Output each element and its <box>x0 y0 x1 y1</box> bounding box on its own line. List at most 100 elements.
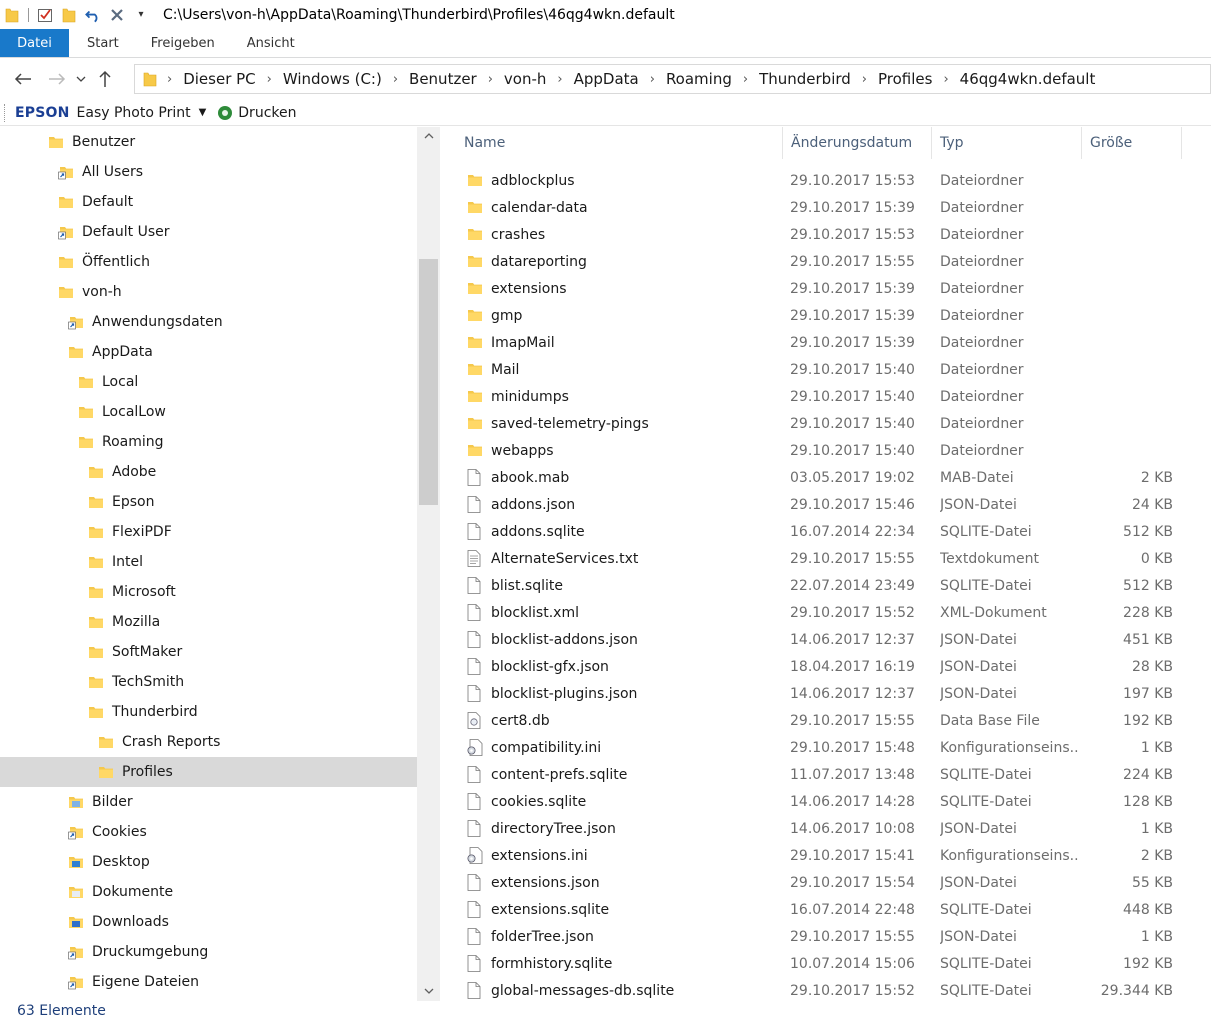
breadcrumb-item[interactable]: Benutzer <box>409 70 477 88</box>
forward-button[interactable] <box>42 64 72 94</box>
file-row[interactable]: abook.mab 03.05.2017 19:02 MAB-Datei 2 KB <box>440 464 1211 491</box>
tree-item[interactable]: Intel <box>0 547 417 577</box>
tree-item[interactable]: Default User <box>0 217 417 247</box>
tree-item[interactable]: FlexiPDF <box>0 517 417 547</box>
tree-item[interactable]: Crash Reports <box>0 727 417 757</box>
tab-ansicht[interactable]: Ansicht <box>233 29 313 57</box>
file-row[interactable]: compatibility.ini 29.10.2017 15:48 Konfigu… <box>440 734 1211 761</box>
breadcrumb-separator[interactable]: › <box>488 72 493 87</box>
breadcrumb-item[interactable]: AppData <box>574 70 639 88</box>
file-row[interactable]: content-prefs.sqlite 11.07.2017 13:48 SQLI… <box>440 761 1211 788</box>
breadcrumb-item[interactable]: von-h <box>504 70 546 88</box>
breadcrumb-separator[interactable]: › <box>557 72 562 87</box>
easy-photo-print-button[interactable]: Easy Photo Print <box>77 105 191 121</box>
file-row[interactable]: gmp 29.10.2017 15:39 Dateiordner <box>440 302 1211 329</box>
file-row[interactable]: cert8.db 29.10.2017 15:55 Data Base File 19… <box>440 707 1211 734</box>
undo-icon[interactable] <box>85 7 101 23</box>
file-row[interactable]: blocklist-gfx.json 18.04.2017 16:19 JSON-D… <box>440 653 1211 680</box>
back-button[interactable] <box>8 64 38 94</box>
breadcrumb-separator[interactable]: › <box>393 72 398 87</box>
file-row[interactable]: addons.sqlite 16.07.2014 22:34 SQLITE-Date… <box>440 518 1211 545</box>
file-row[interactable]: blocklist-addons.json 14.06.2017 12:37 JSO… <box>440 626 1211 653</box>
tree-item[interactable]: All Users <box>0 157 417 187</box>
tree-item[interactable]: Epson <box>0 487 417 517</box>
file-row[interactable]: addons.json 29.10.2017 15:46 JSON-Datei 24 … <box>440 491 1211 518</box>
tree-item[interactable]: Roaming <box>0 427 417 457</box>
tree-item[interactable]: Thunderbird <box>0 697 417 727</box>
file-row[interactable]: global-messages-db.sqlite 29.10.2017 15:5… <box>440 977 1211 1001</box>
tree-item[interactable]: Öffentlich <box>0 247 417 277</box>
breadcrumb-separator[interactable]: › <box>650 72 655 87</box>
file-row[interactable]: calendar-data 29.10.2017 15:39 Dateiordner <box>440 194 1211 221</box>
dropdown-arrow-icon[interactable]: ▼ <box>199 107 207 118</box>
tree-item[interactable]: Local <box>0 367 417 397</box>
file-row[interactable]: ImapMail 29.10.2017 15:39 Dateiordner <box>440 329 1211 356</box>
breadcrumb-item[interactable]: Windows (C:) <box>283 70 382 88</box>
print-button[interactable]: Drucken <box>238 105 296 121</box>
tab-freigeben[interactable]: Freigeben <box>137 29 233 57</box>
file-row[interactable]: blocklist.xml 29.10.2017 15:52 XML-Dokumen… <box>440 599 1211 626</box>
scrollbar-thumb[interactable] <box>419 259 438 505</box>
toolbar-grip[interactable] <box>4 103 7 122</box>
scroll-down-icon[interactable] <box>417 982 440 999</box>
breadcrumb-item[interactable]: Dieser PC <box>183 70 255 88</box>
file-row[interactable]: crashes 29.10.2017 15:53 Dateiordner <box>440 221 1211 248</box>
tree-item[interactable]: Mozilla <box>0 607 417 637</box>
file-row[interactable]: extensions.ini 29.10.2017 15:41 Konfigurat… <box>440 842 1211 869</box>
tree-item[interactable]: Bilder <box>0 787 417 817</box>
file-row[interactable]: blist.sqlite 22.07.2014 23:49 SQLITE-Datei… <box>440 572 1211 599</box>
breadcrumb-item[interactable]: 46qg4wkn.default <box>960 70 1096 88</box>
new-folder-icon[interactable] <box>61 7 77 23</box>
breadcrumb-separator[interactable]: › <box>267 72 272 87</box>
file-row[interactable]: formhistory.sqlite 10.07.2014 15:06 SQLITE… <box>440 950 1211 977</box>
scroll-up-icon[interactable] <box>417 127 440 144</box>
tree-item[interactable]: Downloads <box>0 907 417 937</box>
tree-item[interactable]: von-h <box>0 277 417 307</box>
breadcrumb-item[interactable]: Profiles <box>878 70 932 88</box>
file-row[interactable]: directoryTree.json 14.06.2017 10:08 JSON-D… <box>440 815 1211 842</box>
tab-start[interactable]: Start <box>69 29 137 57</box>
tree-item[interactable]: Adobe <box>0 457 417 487</box>
column-header-date[interactable]: Änderungsdatum <box>783 127 932 159</box>
navigation-scrollbar[interactable] <box>417 127 440 1001</box>
customize-dropdown-icon[interactable]: ▾ <box>133 7 149 23</box>
breadcrumb-item[interactable]: Thunderbird <box>759 70 851 88</box>
tree-item[interactable]: Druckumgebung <box>0 937 417 967</box>
properties-check-icon[interactable] <box>37 7 53 23</box>
file-row[interactable]: webapps 29.10.2017 15:40 Dateiordner <box>440 437 1211 464</box>
recent-locations-button[interactable] <box>72 64 90 94</box>
breadcrumb-item[interactable]: Roaming <box>666 70 732 88</box>
tree-item[interactable]: AppData <box>0 337 417 367</box>
tree-item[interactable]: SoftMaker <box>0 637 417 667</box>
column-header-size[interactable]: Größe <box>1082 127 1182 159</box>
tree-item[interactable]: Cookies <box>0 817 417 847</box>
tree-item[interactable]: Dokumente <box>0 877 417 907</box>
column-header-name[interactable]: Name ^ <box>456 127 783 159</box>
tree-item[interactable]: Default <box>0 187 417 217</box>
tab-datei[interactable]: Datei <box>0 29 69 57</box>
tree-item[interactable]: TechSmith <box>0 667 417 697</box>
file-row[interactable]: datareporting 29.10.2017 15:55 Dateiordner <box>440 248 1211 275</box>
tree-item[interactable]: Profiles <box>0 757 417 787</box>
file-row[interactable]: minidumps 29.10.2017 15:40 Dateiordner <box>440 383 1211 410</box>
breadcrumb-separator[interactable]: › <box>862 72 867 87</box>
file-row[interactable]: cookies.sqlite 14.06.2017 14:28 SQLITE-Dat… <box>440 788 1211 815</box>
tree-item[interactable]: LocalLow <box>0 397 417 427</box>
file-row[interactable]: folderTree.json 29.10.2017 15:55 JSON-Date… <box>440 923 1211 950</box>
delete-x-icon[interactable] <box>109 7 125 23</box>
file-row[interactable]: saved-telemetry-pings 29.10.2017 15:40 Dat… <box>440 410 1211 437</box>
column-header-type[interactable]: Typ <box>932 127 1082 159</box>
tree-item[interactable]: Eigene Dateien <box>0 967 417 997</box>
file-row[interactable]: blocklist-plugins.json 14.06.2017 12:37 JS… <box>440 680 1211 707</box>
breadcrumb-separator[interactable]: › <box>743 72 748 87</box>
file-row[interactable]: AlternateServices.txt 29.10.2017 15:55 Tex… <box>440 545 1211 572</box>
up-button[interactable] <box>90 64 120 94</box>
file-row[interactable]: extensions.json 29.10.2017 15:54 JSON-Date… <box>440 869 1211 896</box>
tree-item[interactable]: Benutzer <box>0 127 417 157</box>
file-row[interactable]: extensions 29.10.2017 15:39 Dateiordner <box>440 275 1211 302</box>
address-bar[interactable]: › Dieser PC › Windows (C:) › Benutzer › von-h ›… <box>134 64 1211 94</box>
tree-item[interactable]: Desktop <box>0 847 417 877</box>
tree-item[interactable]: Anwendungsdaten <box>0 307 417 337</box>
file-row[interactable]: Mail 29.10.2017 15:40 Dateiordner <box>440 356 1211 383</box>
breadcrumb-separator[interactable]: › <box>943 72 948 87</box>
